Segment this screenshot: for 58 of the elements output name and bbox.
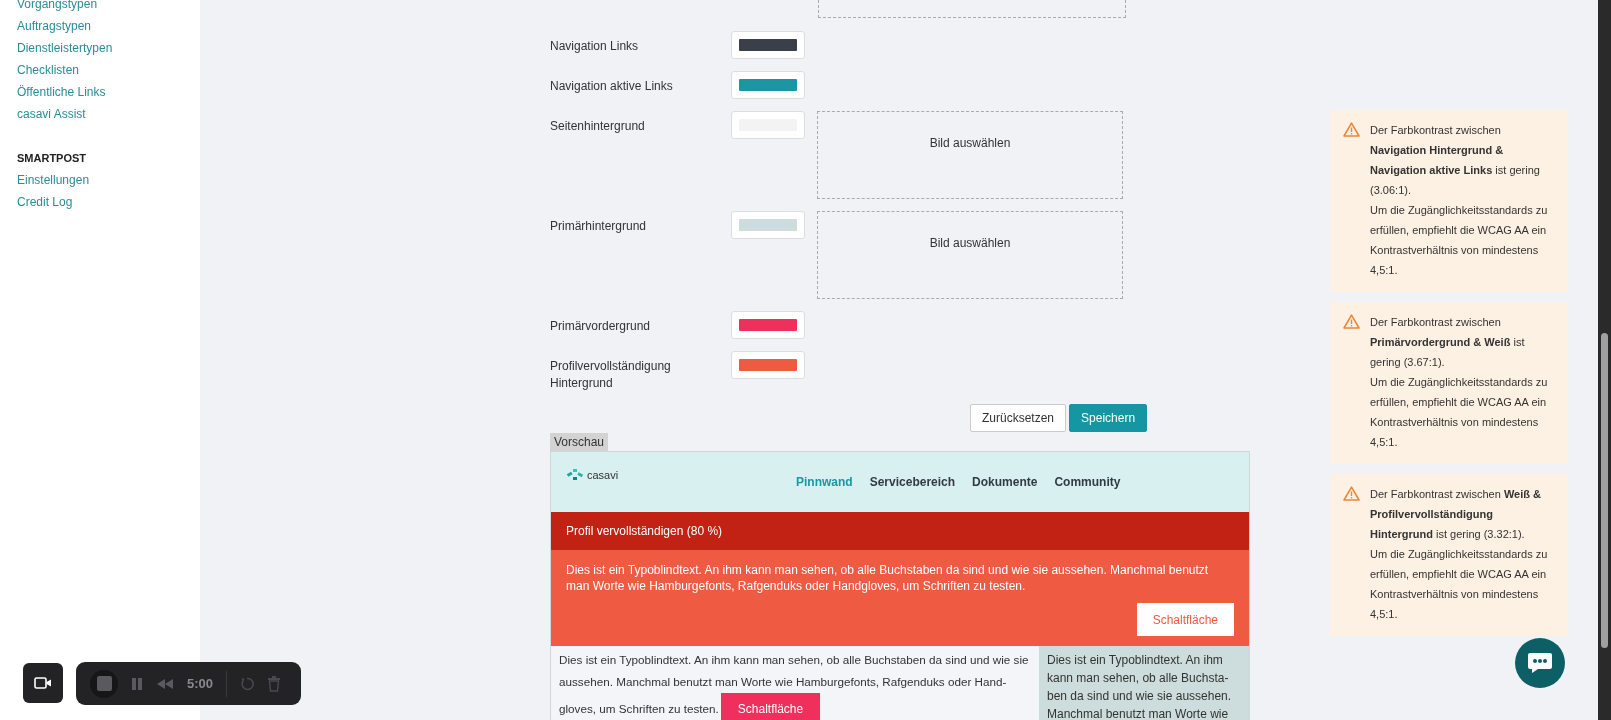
sidebar-link[interactable]: Vorgangstypen xyxy=(17,0,200,15)
color-picker[interactable] xyxy=(731,311,805,339)
camera-button[interactable] xyxy=(23,663,63,703)
restart-icon[interactable] xyxy=(240,676,255,691)
primary-button[interactable]: Schaltfläche xyxy=(720,693,821,720)
notice-text: Der Farbkontrast zwischen Primärvordergrund & Weiß ist gering (3.67:1). xyxy=(1370,315,1526,370)
color-picker[interactable] xyxy=(731,71,805,99)
sidebar-link[interactable]: Auftragstypen xyxy=(17,15,200,37)
video-camera-icon xyxy=(34,677,52,689)
color-label: Profilvervollständigung Hintergrund xyxy=(550,358,672,392)
notice-text: Der Farbkontrast zwischen Navigation Hintergrund & Navigation aktive Links ist gering (3.06:1). xyxy=(1370,123,1541,198)
nav-link[interactable]: Dokumente xyxy=(972,475,1038,489)
save-button[interactable]: Speichern xyxy=(1069,404,1148,432)
color-label: Navigation aktive Links xyxy=(550,78,674,95)
color-label: Primärhintergrund xyxy=(550,218,648,235)
rewind-icon[interactable] xyxy=(156,677,174,690)
chat-button[interactable] xyxy=(1515,638,1565,688)
color-picker[interactable] xyxy=(731,211,805,239)
banner-button[interactable]: Schaltfläche xyxy=(1136,603,1234,636)
reset-button[interactable]: Zurücksetzen xyxy=(970,404,1067,432)
notice-text: Der Farbkontrast zwischen Weiß & Profilvervollständigung Hintergrund ist gering (3.32:1). xyxy=(1370,487,1542,542)
sidebar-link[interactable]: Checklisten xyxy=(17,59,200,81)
logo-text: casavi xyxy=(587,469,619,481)
sidebar-link[interactable]: Öffentliche Links xyxy=(17,81,200,103)
sidebar-heading: SMARTPOST xyxy=(17,151,88,166)
color-picker[interactable] xyxy=(731,111,805,139)
image-picker[interactable] xyxy=(818,0,1126,18)
scrollbar-thumb[interactable] xyxy=(1601,333,1608,648)
warning-icon xyxy=(1343,486,1360,501)
pause-icon[interactable] xyxy=(131,676,143,691)
banner-title: Profil vervollständigen (80 %) xyxy=(566,524,723,538)
side-text: Dies ist ein Typoblindtext. An ihm kann man sehen, ob alle Buchsta-ben da sind und wie sie aussehen. Manchmal benutzt man Worte wie xyxy=(1047,652,1233,720)
nav-link[interactable]: Community xyxy=(1054,475,1121,489)
nav-link[interactable]: Servicebereich xyxy=(869,475,956,489)
nav-link[interactable]: Pinnwand xyxy=(796,475,853,489)
image-picker[interactable]: Bild auswählen xyxy=(817,111,1123,199)
sidebar-link[interactable]: Credit Log xyxy=(17,191,200,213)
color-picker[interactable] xyxy=(731,31,805,59)
notice-advice: Um die Zugänglichkeitsstandards zu erfüllen, empfiehlt die WCAG AA ein Kontrastverhältnis von mindestens 4,5:1. xyxy=(1370,547,1549,622)
color-label: Primärvordergrund xyxy=(550,318,652,335)
stop-button[interactable] xyxy=(90,669,118,698)
image-picker[interactable]: Bild auswählen xyxy=(817,211,1123,299)
color-picker[interactable] xyxy=(731,351,805,379)
sidebar-link[interactable]: Einstellungen xyxy=(17,169,200,191)
sidebar-link[interactable]: Dienstleistertypen xyxy=(17,37,200,59)
chat-icon xyxy=(1526,651,1554,675)
banner-text: Dies ist ein Typoblindtext. An ihm kann man sehen, ob alle Buchstaben da sind und wie sie aussehen. Manchmal benutzt man Worte wie Hamburgefonts, Rafgenduks oder Handgloves, um Schriften zu testen. xyxy=(566,562,1210,594)
logo-icon xyxy=(566,468,584,482)
trash-icon[interactable] xyxy=(267,675,282,692)
body-text: gloves, um Schriften zu testen. xyxy=(559,701,719,717)
color-label: Seitenhintergrund xyxy=(550,118,646,135)
notice-advice: Um die Zugänglichkeitsstandards zu erfüllen, empfiehlt die WCAG AA ein Kontrastverhältnis von mindestens 4,5:1. xyxy=(1370,203,1549,278)
warning-icon xyxy=(1343,122,1360,137)
color-label: Navigation Links xyxy=(550,38,640,55)
sidebar-link[interactable]: casavi Assist xyxy=(17,103,200,125)
recording-time: 5:00 xyxy=(187,676,214,691)
notice-advice: Um die Zugänglichkeitsstandards zu erfüllen, empfiehlt die WCAG AA ein Kontrastverhältnis von mindestens 4,5:1. xyxy=(1370,375,1549,450)
warning-icon xyxy=(1343,314,1360,329)
